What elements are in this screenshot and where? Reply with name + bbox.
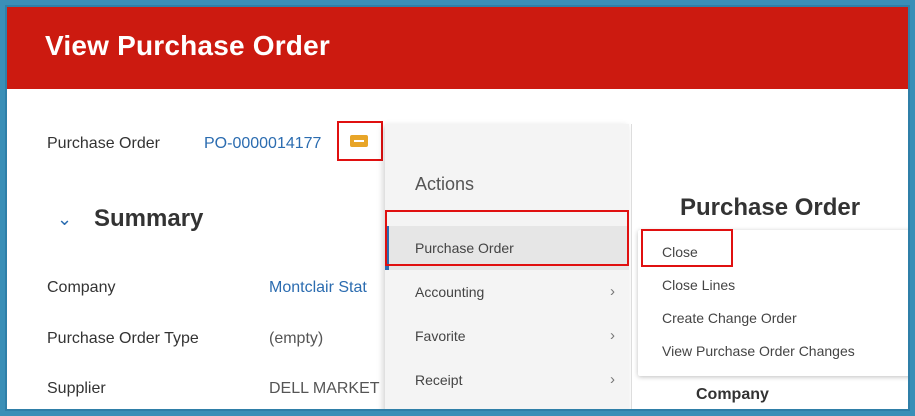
field-label: Company (47, 279, 116, 296)
menu-item-label: Receipt (415, 372, 463, 388)
actions-menu: Actions Purchase Order Accounting › Favo… (385, 124, 629, 409)
purchase-order-label: Purchase Order (47, 135, 160, 152)
page-title: View Purchase Order (45, 30, 330, 61)
close-item-highlight (641, 229, 733, 267)
field-value: DELL MARKET (269, 380, 380, 397)
field-value: (empty) (269, 330, 324, 347)
chevron-right-icon: › (610, 371, 615, 388)
purchase-order-submenu-panel: Purchase Order Close Close Lines Create … (631, 124, 908, 409)
menu-item-favorite[interactable]: Favorite › (385, 314, 629, 358)
chevron-right-icon: › (610, 327, 615, 344)
menu-item-accounting[interactable]: Accounting › (385, 270, 629, 314)
company-link[interactable]: Montclair Stat (269, 279, 367, 297)
related-actions-icon[interactable] (350, 135, 368, 147)
field-label: Purchase Order Type (47, 330, 199, 347)
chevron-right-icon: › (610, 283, 615, 300)
panel-company-label: Company (696, 386, 769, 403)
submenu-title: Purchase Order (680, 194, 861, 221)
menu-item-label: Accounting (415, 284, 485, 300)
page-header: View Purchase Order (7, 7, 908, 89)
field-label: Supplier (47, 380, 106, 397)
related-actions-highlight (337, 121, 383, 161)
purchase-order-link[interactable]: PO-0000014177 (204, 135, 321, 153)
summary-title: Summary (94, 205, 204, 232)
purchase-order-menu-highlight (385, 210, 629, 266)
menu-item-receipt[interactable]: Receipt › (385, 358, 629, 402)
menu-item-label: Favorite (415, 328, 466, 344)
submenu-item-view-po-changes[interactable]: View Purchase Order Changes (662, 343, 855, 359)
submenu-item-create-change-order[interactable]: Create Change Order (662, 310, 797, 326)
actions-menu-title: Actions (415, 174, 475, 194)
app-window: View Purchase Order Purchase Order PO-00… (5, 5, 910, 411)
submenu-item-close-lines[interactable]: Close Lines (662, 277, 735, 293)
chevron-down-icon[interactable]: ⌄ (57, 209, 72, 230)
